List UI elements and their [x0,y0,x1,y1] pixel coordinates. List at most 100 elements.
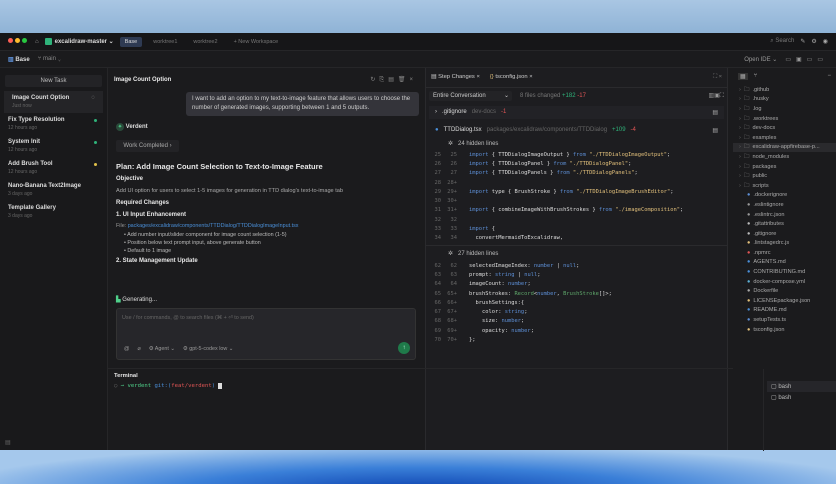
tab-worktree2[interactable]: worktree2 [188,37,222,47]
file-item[interactable]: ● docker-compose.yml [733,277,836,287]
terminal-sessions: ⊟ × ▢ bash⊞🗑 ▢ bash [763,369,836,451]
file-header-gitignore[interactable]: › .gitignore dev-docs -1 ▤ [429,106,724,119]
folder-icon: 🗀 [743,96,750,103]
task-item[interactable]: Add Brush Tool 12 hours ago [0,157,107,179]
task-item[interactable]: Fix Type Resolution 12 hours ago [0,113,107,135]
app-window: ⌂ excalidraw-master ⌄ Base worktree1 wor… [0,33,836,451]
folder-item[interactable]: › 🗀 examples [733,133,836,143]
folder-item[interactable]: › 🗀 .husky [733,95,836,105]
folder-item[interactable]: › 🗀 .log [733,104,836,114]
folder-item[interactable]: › 🗀 public [733,171,836,181]
account-icon[interactable]: ◉ [823,38,828,45]
file-item[interactable]: ● .eslintignore [733,200,836,210]
generating-status: ▙ Generating... [116,297,157,303]
folder-icon: 🗀 [743,86,750,93]
task-item[interactable]: Nano-Banana Text2Image 3 days ago [0,179,107,201]
gear-icon[interactable]: ⚙ [811,38,816,45]
terminal-session[interactable]: ▢ bash [767,392,795,403]
file-item[interactable]: ● .dockerignore [733,191,836,201]
file-item[interactable]: ● .npmrc [733,248,836,258]
spinner-icon: ◌ [91,95,95,101]
open-ide-button[interactable]: Open IDE ⌄ [744,56,777,63]
at-icon[interactable]: @ [124,346,129,352]
chat-input-placeholder[interactable]: Use / for commands, @ to search files (⌘… [122,315,254,321]
folder-icon: 🗀 [743,153,750,160]
tab-worktree1[interactable]: worktree1 [148,37,182,47]
file-icon: ● [747,278,751,285]
search-label: Search [775,38,795,44]
hidden-lines-toggle[interactable]: ✲ 24 hidden lines [426,137,727,150]
task-item[interactable]: Template Gallery 3 days ago [0,201,107,223]
files-icon[interactable]: ▦ [738,73,748,80]
home-icon[interactable]: ⌂ [35,39,39,45]
attach-icon[interactable]: ⌀ [137,346,140,352]
file-icon: ● [747,240,751,247]
mode-selector[interactable]: ⚙ Agent ⌄ [149,346,175,352]
folder-item[interactable]: › 🗀 .worktrees [733,114,836,124]
work-completed-toggle[interactable]: Work Completed › [116,140,179,152]
file-icon: ● [747,326,751,333]
repo-selector[interactable]: excalidraw-master ⌄ [44,37,114,46]
plan-content: Plan: Add Image Count Selection to Text-… [116,162,416,266]
file-item[interactable]: ● tsconfig.json [733,325,836,335]
file-header-ttddialog[interactable]: ● TTDDialog.tsx packages/excalidraw/compon… [429,124,724,137]
file-icon: ● [747,307,751,314]
file-link[interactable]: packages/excalidraw/components/TTDDialog… [128,223,299,229]
folder-item[interactable]: › 🗀 .github [733,85,836,95]
folder-icon: 🗀 [743,105,750,112]
terminal-session[interactable]: ▢ bash⊞🗑 [767,381,836,392]
folder-item[interactable]: › 🗀 dev-docs [733,123,836,133]
chat-input-box[interactable]: Use / for commands, @ to search files (⌘… [116,308,416,360]
view-toggle[interactable]: ▥▣⛶ [708,92,724,100]
hidden-lines-toggle[interactable]: ✲ 27 hidden lines [426,244,727,261]
file-icon: ● [747,230,751,237]
file-item[interactable]: ● LICENSEpackage.json [733,296,836,306]
plan-title: Plan: Add Image Count Selection to Text-… [116,162,323,171]
expand-icon[interactable]: ⛶ × [713,74,722,81]
file-item[interactable]: ● .eslintrc.json [733,210,836,220]
file-item[interactable]: ● AGENTS.md [733,258,836,268]
folder-item[interactable]: › 🗀 excalidraw-appfirebase-p... [733,142,836,153]
folder-icon: 🗀 [743,125,750,132]
file-item[interactable]: ● .gitignore [733,229,836,239]
file-item[interactable]: ● CONTRIBUTING.md [733,267,836,277]
new-workspace-button[interactable]: + New Workspace [229,37,284,47]
task-item[interactable]: Image Count Option Just now ◌ [4,91,103,113]
tab-step-changes[interactable]: ▤ Step Changes × [431,74,480,81]
search-button[interactable]: ⌕ Search [770,38,794,45]
tab-base[interactable]: Base [119,36,143,47]
window-controls[interactable] [8,38,29,45]
scope-selector[interactable]: Entire Conversation ⌄ [429,91,512,101]
status-dot [94,119,97,122]
desktop-wallpaper-top [0,0,836,33]
layout-icons[interactable]: ▭▣▭▭ [785,56,828,63]
terminal-line[interactable]: ○ → verdent git:(feat/verdent) _ [114,383,222,389]
folder-item[interactable]: › 🗀 packages [733,162,836,172]
file-item[interactable]: ● README.md [733,306,836,316]
file-icon: ● [747,269,751,276]
send-button[interactable]: ↑ [398,342,410,354]
new-task-button[interactable]: New Task [5,75,102,87]
file-item[interactable]: ● setupTests.ts [733,315,836,325]
sidebar-toggle-icon[interactable]: ▤ [5,439,11,446]
file-item[interactable]: ● Dockerfile [733,286,836,296]
folder-icon: 🗀 [743,182,750,189]
chat-actions[interactable]: ↻⎘▤🗑× [370,76,417,84]
folder-icon: 🗀 [743,134,750,141]
model-selector[interactable]: ⚙ gpt-5-codex low ⌄ [183,346,233,352]
expand-lines-icon: ✲ [448,141,454,147]
branch-selector[interactable]: ⑂ main ⌄ [38,56,62,62]
file-item[interactable]: ● .lintstagedrc.js [733,239,836,249]
git-icon[interactable]: ⑂ [754,73,758,80]
tab-tsconfig[interactable]: {} tsconfig.json × [490,74,533,81]
folder-item[interactable]: › 🗀 scripts [733,181,836,191]
task-item[interactable]: System Init 12 hours ago [0,135,107,157]
repo-name: excalidraw-master [54,39,107,46]
folder-icon: 🗀 [743,115,750,122]
compose-icon[interactable]: ✎ [800,38,805,45]
collapse-icon[interactable]: − [827,73,831,80]
file-item[interactable]: ● .gitattributes [733,219,836,229]
folder-item[interactable]: › 🗀 node_modules [733,152,836,162]
file-icon: ● [747,211,751,218]
required-heading: Required Changes [116,200,170,206]
